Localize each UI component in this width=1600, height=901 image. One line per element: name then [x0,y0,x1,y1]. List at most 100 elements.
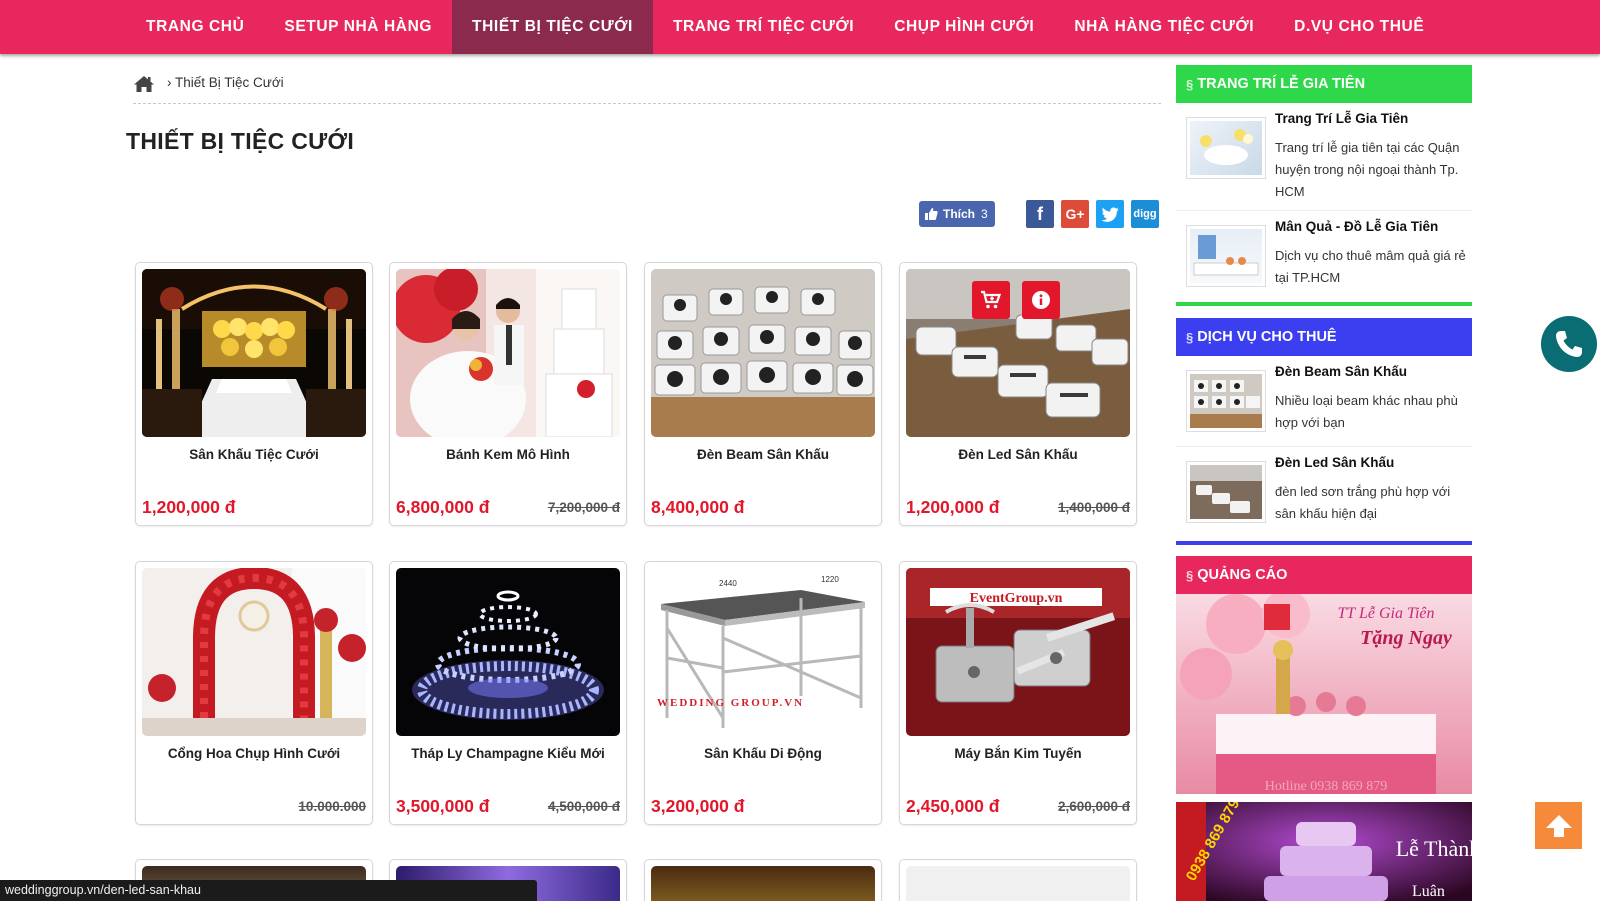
digg-share-icon[interactable]: digg [1131,200,1159,228]
sidebar-header-icon: § [1186,329,1194,345]
product-card[interactable]: Bánh Kem Mô Hình 6,800,000 đ 7,200,000 đ [389,262,627,526]
product-price: 3,500,000 đ [396,796,490,816]
product-image-beam-light[interactable] [651,269,875,437]
nav-item-wedding-photo[interactable]: CHỤP HÌNH CƯỚI [874,0,1054,54]
info-icon [1032,291,1050,309]
google-plus-share-icon[interactable]: G+ [1061,200,1089,228]
ad-hotline: Hotline 0938 869 879 [1265,779,1388,794]
product-info-button[interactable] [1022,281,1060,319]
product-image[interactable] [906,866,1130,901]
product-name[interactable]: Sân Khấu Tiệc Cưới [136,447,372,462]
page-title: THIẾT BỊ TIỆC CƯỚI [126,128,355,154]
sidebar-box-header: § QUẢNG CÁO [1176,556,1472,594]
nav-item-wedding-decoration[interactable]: TRANG TRÍ TIỆC CƯỚI [653,0,874,54]
sidebar-list-item[interactable]: Đèn Led Sân Khấu đèn led sơn trắng phù h… [1176,447,1472,541]
product-image-confetti-machine[interactable]: EventGroup.vn [906,568,1130,736]
product-name[interactable]: Sân Khấu Di Động [645,746,881,761]
product-name[interactable]: Tháp Ly Champagne Kiểu Mới [390,746,626,761]
sidebar-item-description: đèn led sơn trắng phù hợp với sân khấu h… [1275,484,1451,521]
image-watermark: WEDDING GROUP.VN [657,697,804,709]
product-card[interactable]: EventGroup.vn Máy Bắn Kim Tuyến 2,450,00… [899,561,1137,825]
product-name[interactable]: Đèn Beam Sân Khấu [645,447,881,462]
like-label: Thích [943,207,975,221]
sidebar-list-item[interactable]: Đèn Beam Sân Khấu Nhiều loại beam khác n… [1176,356,1472,447]
product-name[interactable]: Máy Bắn Kim Tuyến [900,746,1136,761]
status-bar-url: weddinggroup.vn/den-led-san-khau [0,880,537,901]
nav-item-wedding-restaurant[interactable]: NHÀ HÀNG TIỆC CƯỚI [1054,0,1274,54]
product-card[interactable] [899,859,1137,901]
sidebar-item-title[interactable]: Trang Trí Lễ Gia Tiên [1275,111,1408,126]
product-card[interactable]: Cổng Hoa Chụp Hình Cưới 10.000.000 [135,561,373,825]
nav-item-home[interactable]: TRANG CHỦ [126,0,264,54]
sidebar-item-title[interactable]: Đèn Led Sân Khấu [1275,455,1394,470]
phone-icon [1556,331,1582,357]
sidebar-item-description: Nhiều loại beam khác nhau phù hợp với bạ… [1275,393,1458,430]
sidebar-box-title: DỊCH VỤ CHO THUÊ [1197,329,1337,345]
stage-dimension-b: 1220 [821,575,839,584]
product-price: 6,800,000 đ [396,497,490,517]
product-old-price: 10.000.000 [298,799,366,814]
scroll-to-top-button[interactable] [1535,802,1582,849]
top-navigation: TRANG CHỦ SETUP NHÀ HÀNG THIẾT BỊ TIỆC C… [0,0,1600,54]
product-price: 3,200,000 đ [651,796,745,816]
product-image[interactable] [651,866,875,901]
twitter-share-icon[interactable] [1096,200,1124,228]
sidebar-item-thumbnail[interactable] [1186,225,1266,287]
sidebar-item-title[interactable]: Đèn Beam Sân Khấu [1275,364,1407,379]
sidebar-list-item[interactable]: Trang Trí Lễ Gia Tiên Trang trí lễ gia t… [1176,103,1472,211]
sidebar-rental-service: § DỊCH VỤ CHO THUÊ Đèn Beam Sân Khấu Nhi… [1176,318,1472,545]
sidebar-item-thumbnail[interactable] [1186,461,1266,523]
call-now-button[interactable] [1541,316,1597,372]
product-card[interactable]: 2440 1220 WEDDING GROUP.VN Sân Khấu Di Đ… [644,561,882,825]
product-card[interactable] [644,859,882,901]
sidebar-item-thumbnail[interactable] [1186,117,1266,179]
image-watermark: EventGroup.vn [970,591,1063,606]
product-old-price: 7,200,000 đ [547,500,620,515]
product-old-price: 4,500,000 đ [547,799,620,814]
nav-item-wedding-equipment[interactable]: THIẾT BỊ TIỆC CƯỚI [452,0,653,54]
product-name[interactable]: Bánh Kem Mô Hình [390,447,626,462]
cart-icon [981,290,1002,309]
arrow-up-icon [1545,814,1572,837]
stage-dimension-a: 2440 [719,579,737,588]
product-card[interactable]: Tháp Ly Champagne Kiểu Mới 3,500,000 đ 4… [389,561,627,825]
breadcrumb: › Thiết Bị Tiệc Cưới [133,72,1161,104]
ad-banner-ancestor-decoration[interactable]: TT Lễ Gia Tiên Tặng Ngay Hotline 0938 86… [1176,594,1472,794]
nav-menu: TRANG CHỦ SETUP NHÀ HÀNG THIẾT BỊ TIỆC C… [126,0,1444,54]
product-image-model-cake[interactable] [396,269,620,437]
product-price: 1,200,000 đ [906,497,1000,517]
ad-banner-cake[interactable]: 0938 869 879 Lễ Thành Luân [1176,802,1472,901]
sidebar-item-title[interactable]: Mân Quả - Đồ Lễ Gia Tiên [1275,219,1438,234]
nav-item-rental-service[interactable]: D.VỤ CHO THUÊ [1274,0,1444,54]
ad-text: Tặng Ngay [1360,627,1452,649]
sidebar-advertising: § QUẢNG CÁO [1176,556,1472,594]
add-to-cart-button[interactable] [972,281,1010,319]
product-image-mobile-stage[interactable]: 2440 1220 WEDDING GROUP.VN [651,568,875,736]
breadcrumb-current: › Thiết Bị Tiệc Cưới [167,75,284,90]
product-image-champagne-tower[interactable] [396,568,620,736]
sidebar-box-title: TRANG TRÍ LỄ GIA TIÊN [1197,76,1366,92]
product-image-led-light[interactable] [906,269,1130,437]
product-price: 8,400,000 đ [651,497,745,517]
sidebar-header-icon: § [1186,76,1194,92]
product-name[interactable]: Cổng Hoa Chụp Hình Cưới [136,746,372,761]
product-image-flower-arch[interactable] [142,568,366,736]
nav-item-restaurant-setup[interactable]: SETUP NHÀ HÀNG [264,0,452,54]
home-icon[interactable] [133,75,155,93]
ad-text: TT Lễ Gia Tiên [1337,605,1434,622]
facebook-share-icon[interactable]: f [1026,200,1054,228]
product-old-price: 2,600,000 đ [1057,799,1130,814]
product-card[interactable]: Đèn Led Sân Khấu 1,200,000 đ 1,400,000 đ [899,262,1137,526]
facebook-like-button[interactable]: Thích 3 [919,201,995,227]
like-count: 3 [981,207,988,221]
ad-text: Luân [1412,883,1445,900]
sidebar-box-header: § TRANG TRÍ LỄ GIA TIÊN [1176,65,1472,103]
sidebar-list-item[interactable]: Mân Quả - Đồ Lễ Gia Tiên Dịch vụ cho thu… [1176,211,1472,302]
product-old-price: 1,400,000 đ [1057,500,1130,515]
product-card[interactable]: Đèn Beam Sân Khấu 8,400,000 đ [644,262,882,526]
product-card[interactable]: Sân Khấu Tiệc Cưới 1,200,000 đ [135,262,373,526]
product-name[interactable]: Đèn Led Sân Khấu [900,447,1136,462]
sidebar-item-thumbnail[interactable] [1186,370,1266,432]
sidebar-header-icon: § [1186,567,1194,583]
product-image-wedding-stage[interactable] [142,269,366,437]
